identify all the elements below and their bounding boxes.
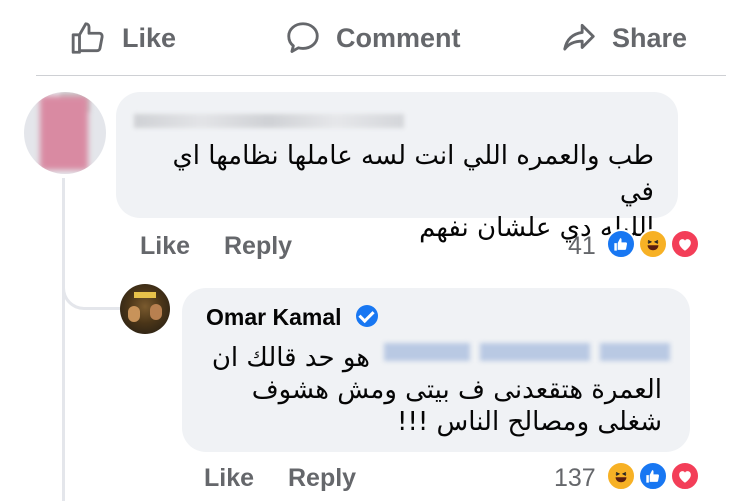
reaction-count[interactable]: 137 (554, 464, 596, 493)
share-label: Share (612, 22, 688, 53)
thread-line (62, 178, 65, 501)
like-button[interactable]: Like (70, 14, 176, 62)
thumbs-up-icon (71, 22, 104, 54)
comment-like-button[interactable]: Like (140, 232, 190, 261)
comment-text-line: طب والعمره اللي انت لسه عاملها نظامها اي… (172, 141, 654, 207)
comment-label: Comment (336, 22, 461, 53)
reply-like-button[interactable]: Like (204, 464, 254, 493)
love-icon (670, 229, 700, 259)
haha-icon (638, 229, 668, 259)
thread-connector (62, 262, 120, 310)
blurred-mention (384, 343, 470, 361)
reply-author-name[interactable]: Omar Kamal (206, 304, 342, 331)
verified-badge-icon (356, 305, 378, 327)
share-arrow-icon (563, 23, 595, 51)
avatar-detail (150, 304, 162, 320)
action-bar-divider (36, 75, 726, 76)
blurred-mention (480, 343, 590, 361)
avatar-blur-detail (40, 96, 88, 170)
avatar-detail (134, 292, 156, 298)
post-action-bar: Like Comment Share (0, 0, 750, 76)
avatar[interactable] (120, 284, 170, 334)
avatar-detail (128, 306, 140, 322)
reaction-count[interactable]: 41 (568, 232, 596, 261)
reply-text-line: شغلى ومصالح الناس !!! (397, 407, 662, 437)
share-button[interactable]: Share (560, 14, 687, 62)
reply-text-line: هو حد قالك ان (211, 343, 370, 373)
reply-reply-button[interactable]: Reply (288, 464, 356, 493)
haha-icon (606, 461, 636, 491)
comment-reply-button[interactable]: Reply (224, 232, 292, 261)
like-label: Like (122, 22, 177, 53)
blurred-author-name (134, 114, 404, 128)
comment-text: طب والعمره اللي انت لسه عاملها نظامها اي… (134, 138, 654, 246)
reply-text-line: العمرة هتقعدنى ف بيتى ومش هشوف (251, 375, 662, 405)
blurred-mention (600, 343, 670, 361)
love-icon (670, 461, 700, 491)
comment-bubble-icon (287, 22, 319, 53)
like-icon (606, 229, 636, 259)
comment-button[interactable]: Comment (284, 14, 461, 62)
like-icon (638, 461, 668, 491)
avatar[interactable] (24, 92, 106, 174)
